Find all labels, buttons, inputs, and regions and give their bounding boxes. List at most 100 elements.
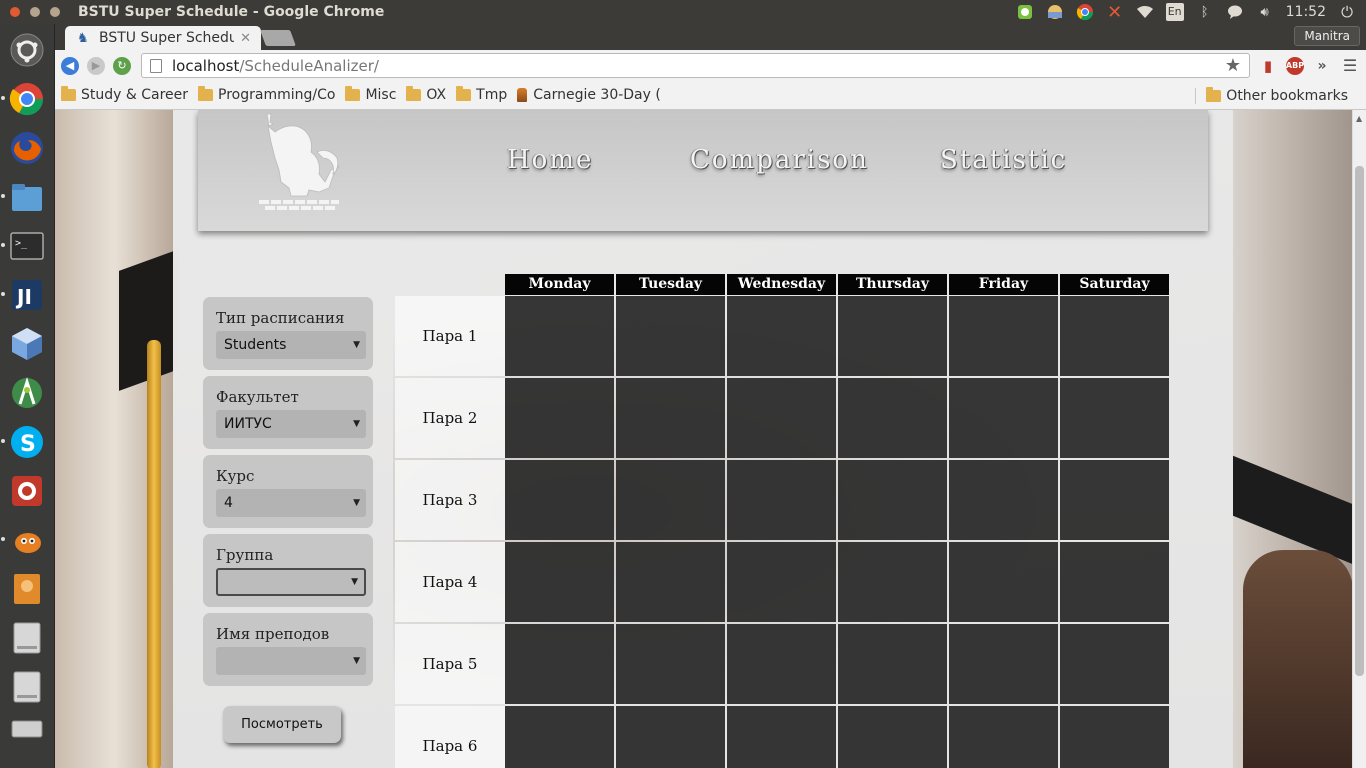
schedule-cell[interactable] [505,296,614,376]
schedule-cell[interactable] [949,460,1058,540]
wifi-icon[interactable] [1136,3,1154,21]
schedule-cell[interactable] [949,378,1058,458]
tab-close-icon[interactable]: ✕ [240,31,251,46]
bookmark-folder-study[interactable]: Study & Career [61,86,188,103]
chrome-menu-icon[interactable]: ☰ [1340,56,1360,76]
schedule-cell[interactable] [505,460,614,540]
schedule-cell[interactable] [1060,460,1169,540]
evernote-icon[interactable] [1016,3,1034,21]
software-updater-icon[interactable] [5,469,49,513]
schedule-cell[interactable] [838,296,947,376]
scroll-up-arrow-icon[interactable]: ▲ [1356,114,1362,123]
schedule-cell[interactable] [616,706,725,768]
schedule-cell[interactable] [838,460,947,540]
schedule-cell[interactable] [727,378,836,458]
bstu-lion-logo[interactable] [253,112,343,212]
schedule-cell[interactable] [505,624,614,704]
forward-arrow-icon[interactable]: ▶ [87,56,105,75]
usb-drive-icon[interactable] [5,714,49,744]
chromium-icon[interactable] [1,77,49,121]
bookmark-extension-icon[interactable]: ▮ [1258,56,1278,76]
scrollbar-thumb[interactable] [1355,166,1364,676]
maximize-window-button[interactable] [50,7,60,17]
firefox-icon[interactable] [5,126,49,170]
schedule-cell[interactable] [505,542,614,622]
group-select[interactable]: ▼ [216,568,366,596]
dropdown-arrow-icon: ▼ [353,498,360,508]
intellij-icon[interactable]: JI [1,273,49,317]
profile-button[interactable]: Manitra [1294,26,1360,46]
back-arrow-icon[interactable]: ◀ [61,56,79,75]
course-select[interactable]: 4 ▼ [216,489,366,517]
schedule-cell[interactable] [727,460,836,540]
bookmark-folder-tmp[interactable]: Tmp [456,86,508,103]
disk-icon[interactable] [5,567,49,611]
schedule-cell[interactable] [727,624,836,704]
volume-icon[interactable]: 🔊︎ [1256,3,1274,21]
schedule-cell[interactable] [616,378,725,458]
schedule-cell[interactable] [616,624,725,704]
bookmark-folder-programming[interactable]: Programming/Co [198,86,335,103]
close-window-button[interactable] [10,7,20,17]
schedule-cell[interactable] [1060,706,1169,768]
messaging-icon[interactable] [1226,3,1244,21]
tab-bstu-schedule[interactable]: ♞ BSTU Super Schedul ✕ [65,26,261,50]
close-x-icon[interactable]: ✕ [1106,2,1124,23]
schedule-cell[interactable] [838,378,947,458]
reload-icon[interactable]: ↻ [113,56,131,75]
bookmark-label: Tmp [476,87,508,103]
nav-statistic[interactable]: Statistic [940,145,1067,175]
schedule-cell[interactable] [1060,624,1169,704]
virtualbox-icon[interactable] [5,322,49,366]
gimp-icon[interactable] [1,518,49,562]
extensions-overflow-icon[interactable]: » [1312,56,1332,76]
bluetooth-icon[interactable]: ᛒ [1196,3,1214,21]
address-bar[interactable]: localhost/ScheduleAnalizer/ ★ [141,53,1250,78]
power-icon[interactable]: ⏻ [1338,3,1356,21]
teacher-name-select[interactable]: ▼ [216,647,366,675]
clock[interactable]: 11:52 [1286,4,1326,20]
skype-icon[interactable]: S [1,420,49,464]
schedule-cell[interactable] [616,296,725,376]
schedule-cell[interactable] [1060,542,1169,622]
dash-icon[interactable] [5,28,49,72]
adblock-plus-icon[interactable]: ABP [1286,56,1304,75]
faculty-select[interactable]: ИИТУС ▼ [216,410,366,438]
schedule-cell[interactable] [1060,378,1169,458]
schedule-cell[interactable] [505,706,614,768]
keyboard-layout-indicator[interactable]: En [1165,3,1184,21]
schedule-cell[interactable] [727,706,836,768]
schedule-cell[interactable] [949,706,1058,768]
weather-icon[interactable] [1046,3,1064,21]
other-bookmarks[interactable]: Other bookmarks [1195,87,1348,104]
drive-icon[interactable] [5,616,49,660]
chrome-tray-icon[interactable] [1076,3,1094,21]
page-scrollbar[interactable]: ▲ [1352,110,1366,768]
bookmark-folder-ox[interactable]: OX [406,86,446,103]
schedule-cell[interactable] [949,624,1058,704]
schedule-cell[interactable] [838,542,947,622]
files-icon[interactable] [1,175,49,219]
drive-icon[interactable] [5,665,49,709]
view-schedule-button[interactable]: Посмотреть [223,706,341,743]
schedule-cell[interactable] [1060,296,1169,376]
terminal-icon[interactable]: >_ [1,224,49,268]
schedule-cell[interactable] [949,296,1058,376]
schedule-cell[interactable] [949,542,1058,622]
android-studio-icon[interactable] [5,371,49,415]
schedule-cell[interactable] [505,378,614,458]
schedule-type-select[interactable]: Students ▼ [216,331,366,359]
schedule-cell[interactable] [616,542,725,622]
bookmark-star-icon[interactable]: ★ [1225,55,1241,76]
schedule-cell[interactable] [616,460,725,540]
bookmark-folder-misc[interactable]: Misc [345,86,396,103]
new-tab-button[interactable] [260,30,296,46]
nav-comparison[interactable]: Comparison [690,145,869,175]
bookmark-carnegie[interactable]: Carnegie 30-Day ( [517,87,661,103]
minimize-window-button[interactable] [30,7,40,17]
nav-home[interactable]: Home [507,145,593,175]
schedule-cell[interactable] [727,296,836,376]
schedule-cell[interactable] [838,624,947,704]
schedule-cell[interactable] [838,706,947,768]
schedule-cell[interactable] [727,542,836,622]
